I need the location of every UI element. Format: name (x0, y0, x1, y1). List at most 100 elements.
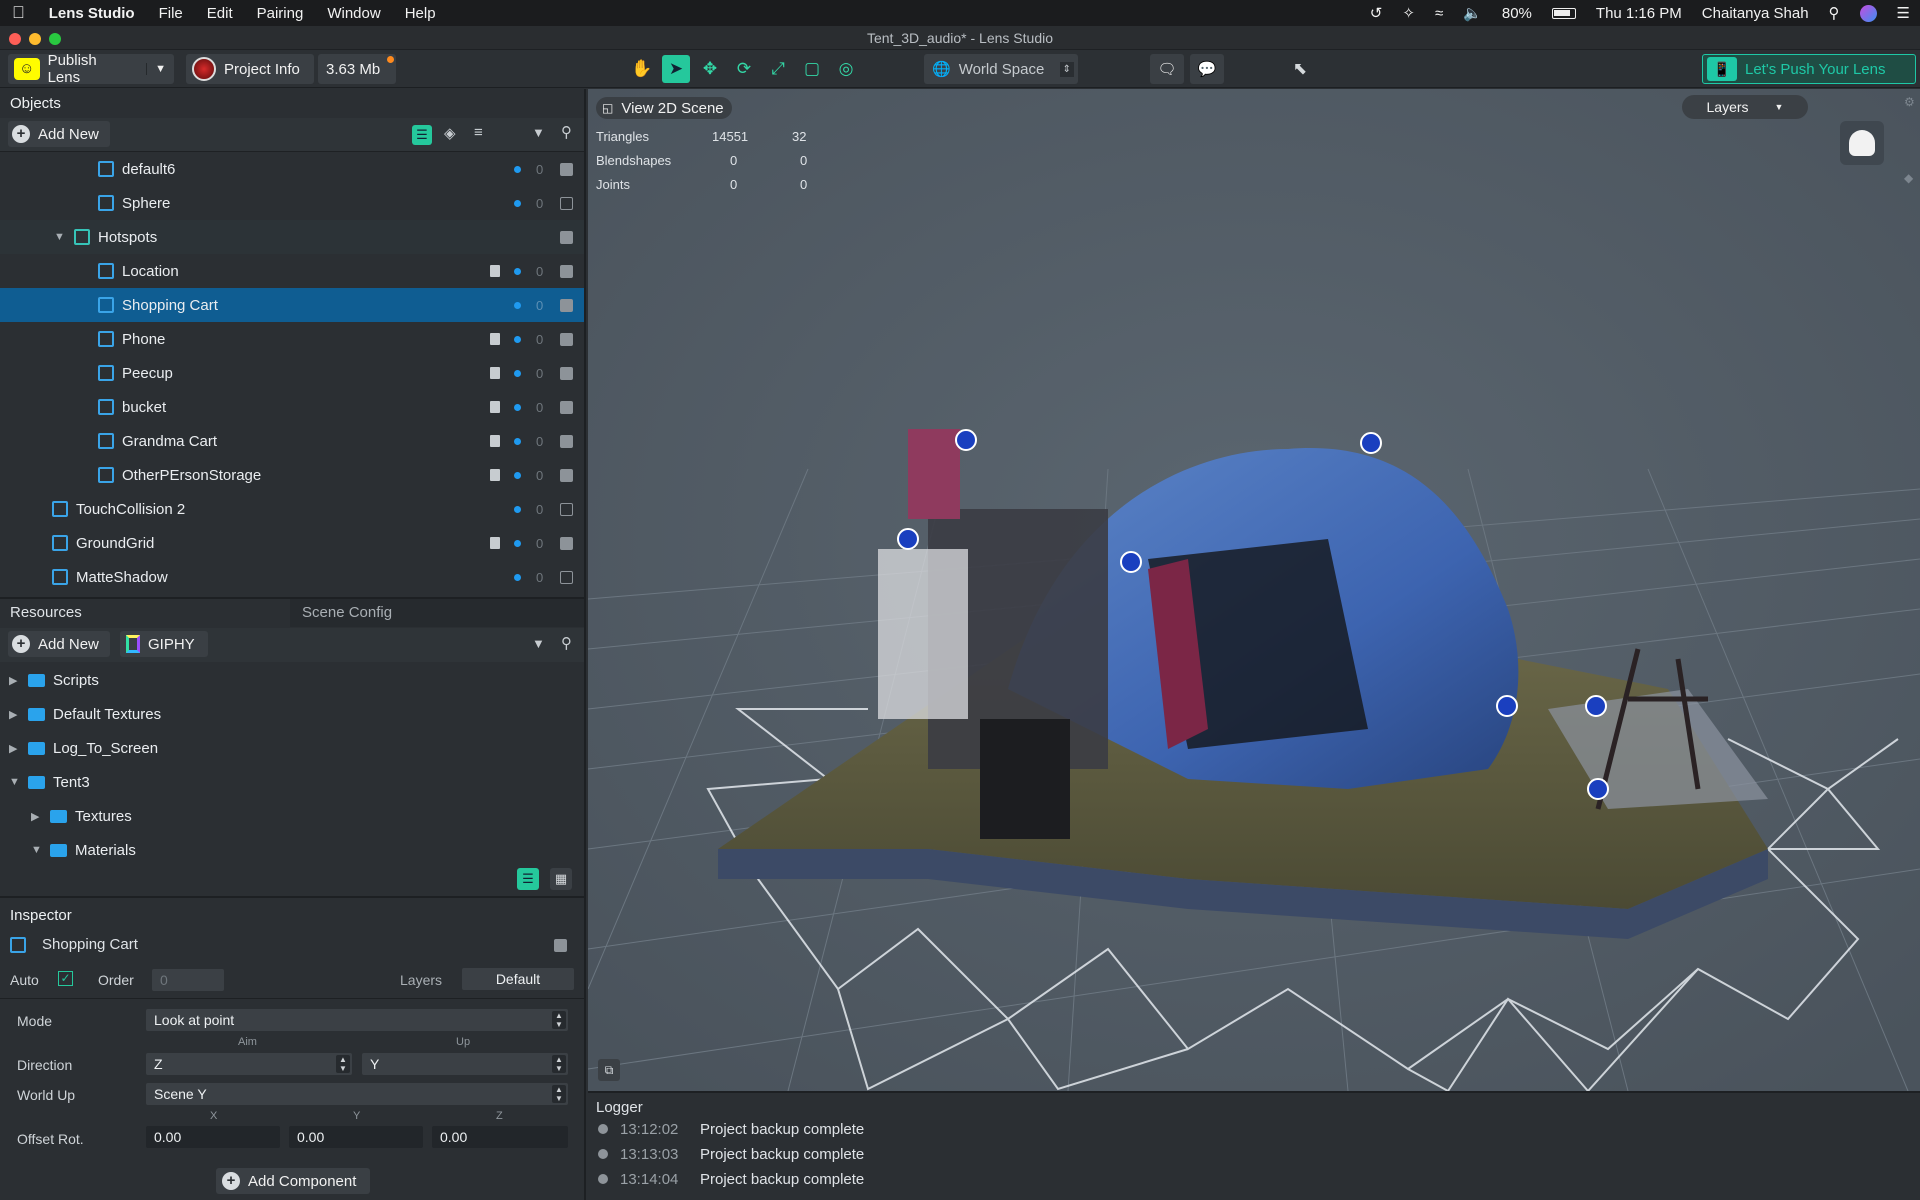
apple-icon[interactable]:  (0, 3, 37, 23)
visibility-checkbox[interactable] (560, 333, 573, 346)
rotate-tool-icon[interactable]: ⟳ (734, 59, 754, 79)
menu-file[interactable]: File (147, 5, 195, 22)
enabled-dot[interactable] (514, 540, 521, 547)
focus-tool-icon[interactable]: ◎ (836, 59, 856, 79)
collapse-caret-icon[interactable]: ▼ (31, 844, 42, 856)
enabled-dot[interactable] (514, 438, 521, 445)
direction-aim-select[interactable]: Z ▲ ▼ (146, 1053, 352, 1075)
pairing-cursor-icon[interactable]: ⬉ (1290, 59, 1310, 79)
tree-item-default6[interactable]: default6 0 (0, 152, 584, 186)
enabled-dot[interactable] (514, 370, 521, 377)
battery-icon[interactable] (1551, 7, 1576, 19)
clock[interactable]: Thu 1:16 PM (1596, 5, 1682, 22)
giphy-button[interactable]: GIPHY (120, 631, 208, 657)
tree-item-grandma-cart[interactable]: Grandma Cart 0 (0, 424, 584, 458)
move-tool-icon[interactable]: ✥ (700, 59, 720, 79)
visibility-checkbox[interactable] (560, 435, 573, 448)
enabled-dot[interactable] (514, 472, 521, 479)
tree-item-hotspots[interactable]: ▼ Hotspots (0, 220, 584, 254)
visibility-checkbox[interactable] (560, 571, 573, 584)
resource-folder-textures[interactable]: ▶ Textures (0, 799, 584, 833)
tree-item-sphere[interactable]: Sphere 0 (0, 186, 584, 220)
volume-icon[interactable]: 🔈 (1463, 4, 1482, 22)
scene-viewport[interactable]: ◱ View 2D Scene Triangles 14551 32 Blend… (588, 89, 1920, 1091)
menu-help[interactable]: Help (393, 5, 448, 22)
visibility-checkbox[interactable] (560, 401, 573, 414)
list-view-icon[interactable]: ☰ (517, 868, 539, 890)
collapse-caret-icon[interactable]: ▼ (9, 776, 20, 788)
rect-tool-icon[interactable]: ▢ (802, 59, 822, 79)
time-machine-icon[interactable]: ↺ (1370, 4, 1383, 22)
tree-item-touch-collision[interactable]: TouchCollision 2 0 (0, 492, 584, 526)
visibility-checkbox[interactable] (560, 265, 573, 278)
filter-icon[interactable]: ▼ (532, 125, 545, 140)
tab-scene-config[interactable]: Scene Config (292, 599, 584, 627)
enabled-dot[interactable] (514, 200, 521, 207)
project-info-button[interactable]: Project Info (186, 54, 314, 84)
tree-item-ground-grid[interactable]: GroundGrid 0 (0, 526, 584, 560)
resources-add-new-button[interactable]: + Add New (8, 631, 110, 657)
siri-icon[interactable] (1859, 4, 1877, 22)
tab-resources[interactable]: Resources (0, 599, 290, 627)
menu-edit[interactable]: Edit (195, 5, 245, 22)
spotlight-icon[interactable]: ⚲ (1829, 4, 1840, 22)
visibility-checkbox[interactable] (560, 537, 573, 550)
filter-icon[interactable]: ▼ (532, 636, 545, 651)
tree-item-peecup[interactable]: Peecup 0 (0, 356, 584, 390)
enabled-dot[interactable] (514, 166, 521, 173)
visibility-checkbox[interactable] (560, 197, 573, 210)
resource-folder-log-to-screen[interactable]: ▶ Log_To_Screen (0, 731, 584, 765)
bluetooth-icon[interactable]: ✧ (1402, 4, 1415, 22)
objects-add-new-button[interactable]: + Add New (8, 121, 110, 147)
enabled-dot[interactable] (514, 336, 521, 343)
tree-item-phone[interactable]: Phone 0 (0, 322, 584, 356)
offset-z-input[interactable]: 0.00 (432, 1126, 568, 1148)
wifi-icon[interactable]: ≈ (1435, 5, 1443, 22)
resource-folder-tent3[interactable]: ▼ Tent3 (0, 765, 584, 799)
order-input[interactable]: 0 (152, 969, 224, 991)
viewport-copy-icon[interactable]: ⧉ (598, 1059, 620, 1081)
world-up-select[interactable]: Scene Y ▲ ▼ (146, 1083, 568, 1105)
menu-pairing[interactable]: Pairing (245, 5, 316, 22)
grid-view-icon[interactable]: ▦ (550, 868, 572, 890)
snapchat-ghost-icon[interactable] (1840, 121, 1884, 165)
visibility-checkbox[interactable] (560, 367, 573, 380)
expand-caret-icon[interactable]: ▶ (9, 674, 17, 687)
inspector-object-name[interactable]: Shopping Cart (42, 936, 138, 953)
enabled-dot[interactable] (514, 302, 521, 309)
enabled-dot[interactable] (514, 506, 521, 513)
visibility-checkbox[interactable] (560, 163, 573, 176)
settings-gear-icon[interactable]: ⚙ (1904, 95, 1915, 109)
direction-up-select[interactable]: Y ▲ ▼ (362, 1053, 568, 1075)
enabled-dot[interactable] (514, 574, 521, 581)
tree-item-bucket[interactable]: bucket 0 (0, 390, 584, 424)
scale-tool-icon[interactable]: ⤢ (768, 59, 788, 79)
expand-caret-icon[interactable]: ▼ (54, 231, 65, 243)
tree-item-other-person-storage[interactable]: OtherPErsonStorage 0 (0, 458, 584, 492)
chevron-down-icon[interactable]: ▼ (146, 63, 166, 75)
notification-center-icon[interactable]: ☰ (1897, 4, 1910, 22)
tree-item-matte-shadow[interactable]: MatteShadow 0 (0, 560, 584, 594)
preview-settings-button[interactable]: 💬 (1190, 54, 1224, 84)
auto-checkbox[interactable]: ✓ (58, 971, 73, 986)
search-icon[interactable]: ⚲ (561, 634, 572, 652)
publish-lens-button[interactable]: ☺ Publish Lens ▼ (8, 52, 174, 86)
camera-icon[interactable]: ◆ (1904, 171, 1913, 185)
layers-stack-icon[interactable]: ◈ (444, 124, 456, 142)
resource-folder-scripts[interactable]: ▶ Scripts (0, 663, 584, 697)
user-name[interactable]: Chaitanya Shah (1702, 5, 1809, 22)
expand-caret-icon[interactable]: ▶ (9, 708, 17, 721)
layers-select[interactable]: Default (462, 968, 574, 990)
menu-app-name[interactable]: Lens Studio (37, 5, 147, 22)
hierarchy-icon[interactable]: ≡ (474, 124, 483, 141)
offset-y-input[interactable]: 0.00 (289, 1126, 423, 1148)
space-selector[interactable]: 🌐 World Space ⇕ (924, 54, 1078, 84)
list-view-icon[interactable]: ☰ (412, 125, 432, 145)
enabled-dot[interactable] (514, 268, 521, 275)
offset-x-input[interactable]: 0.00 (146, 1126, 280, 1148)
resource-folder-default-textures[interactable]: ▶ Default Textures (0, 697, 584, 731)
resource-folder-materials[interactable]: ▼ Materials (0, 833, 584, 861)
enabled-dot[interactable] (514, 404, 521, 411)
expand-caret-icon[interactable]: ▶ (9, 742, 17, 755)
select-tool-icon[interactable]: ➤ (662, 55, 690, 83)
